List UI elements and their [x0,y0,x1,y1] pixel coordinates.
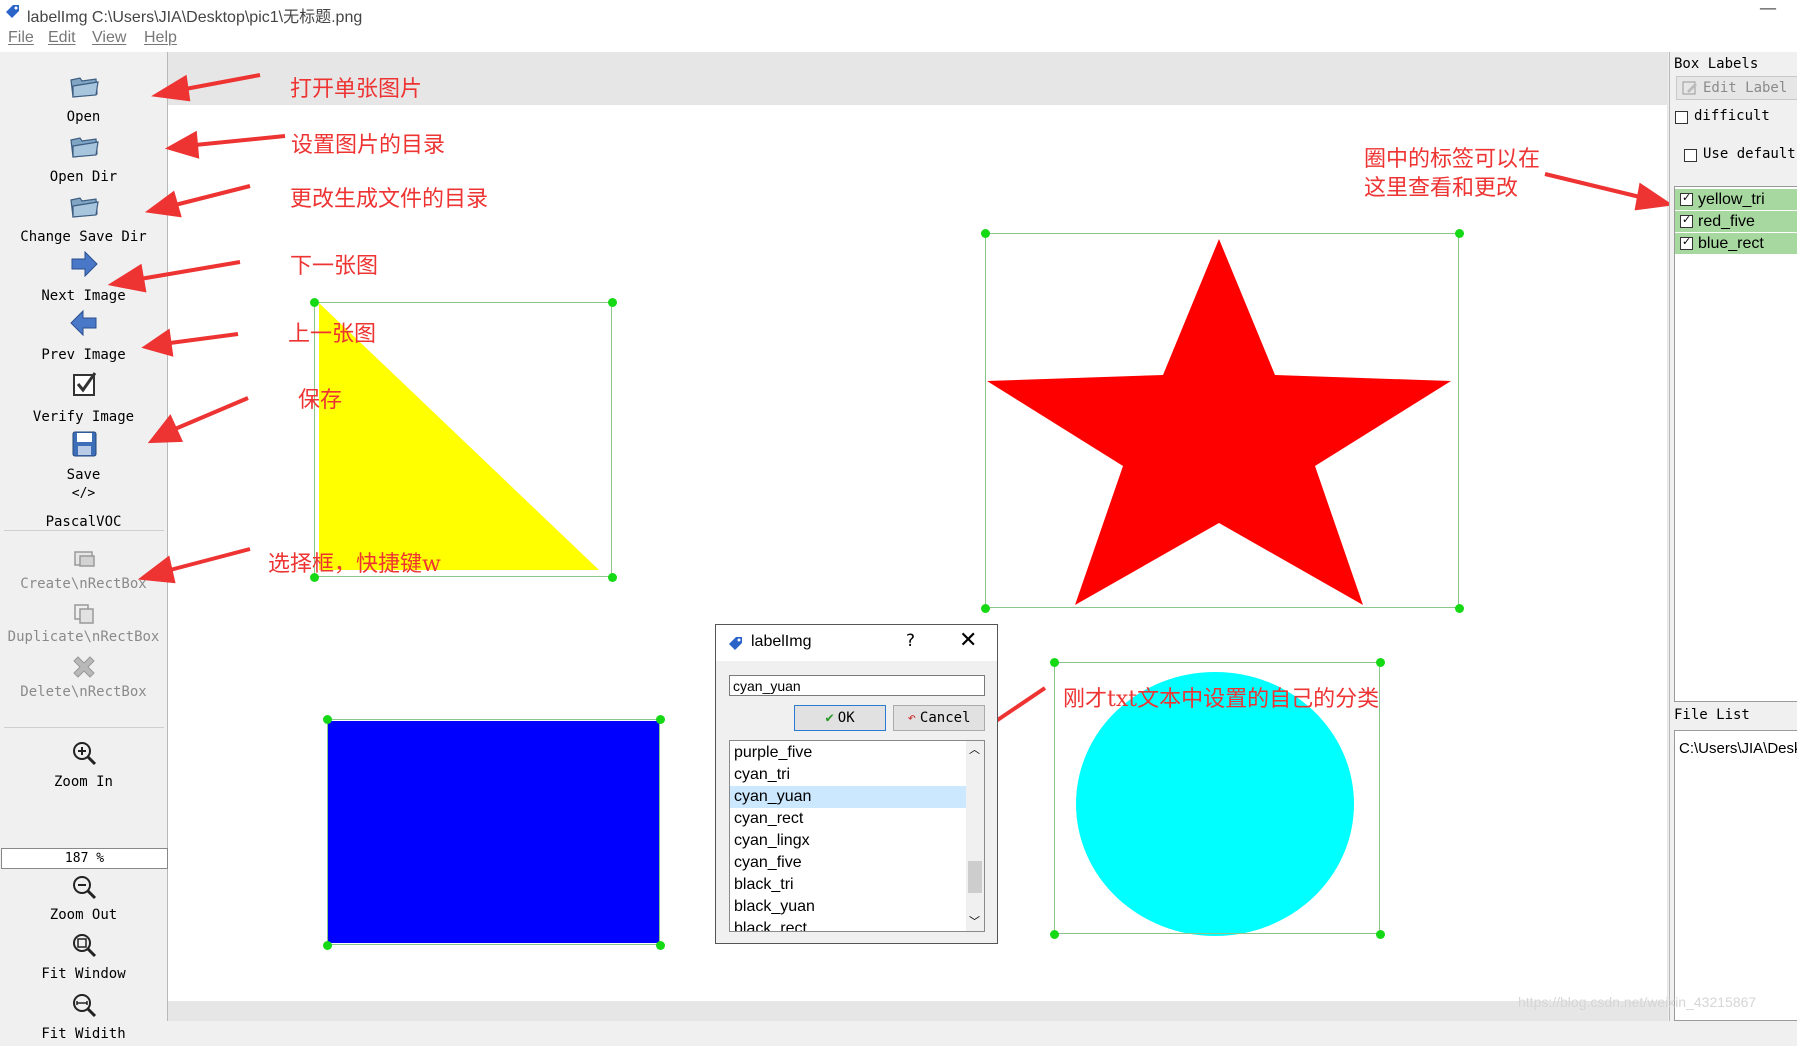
annotation-arrow-head [151,74,191,102]
annotation-labels-panel-line1: 圈中的标签可以在 [1364,147,1541,172]
checkmark-icon: ✔ [825,710,834,726]
annotation-arrow-head [107,263,147,293]
list-item[interactable]: cyan_rect [730,808,969,830]
edit-label-text: Edit Label [1703,80,1788,96]
annotation-open-dir: 设置图片的目录 [291,133,446,158]
annotation-arrow-head [141,328,174,357]
list-item-selected[interactable]: cyan_yuan [730,786,969,808]
list-item[interactable]: purple_five [730,742,969,764]
cancel-button[interactable]: ↶ Cancel [893,705,985,731]
label-visible-checkbox[interactable]: ✓ [1680,191,1693,206]
label-text: yellow_tri [1698,191,1765,208]
ok-button[interactable]: ✔ OK [794,705,886,731]
chevron-down-icon[interactable]: ﹀ [969,913,980,929]
annotation-arrow-head [147,414,184,444]
list-item[interactable]: cyan_five [730,852,969,874]
annotation-change-save-dir: 更改生成文件的目录 [290,187,489,212]
label-list[interactable]: purple_five cyan_tri cyan_yuan cyan_rect… [729,740,985,932]
fit-width-label: Fit Widith [41,1026,126,1042]
difficult-label: difficult [1694,108,1770,124]
annotation-classes: 刚才txt文本中设置的自己的分类 [1063,687,1380,712]
dialog-help-button[interactable]: ? [906,631,915,651]
annotation-save: 保存 [298,388,343,413]
label-item[interactable]: ✓ blue_rect [1675,233,1797,254]
annotation-arrow [169,547,251,572]
list-item[interactable]: black_yuan [730,896,969,918]
ok-label: OK [837,710,855,726]
annotation-arrow-head [1634,182,1674,211]
annotation-next-image: 下一张图 [290,254,379,279]
label-item[interactable]: ✓ yellow_tri [1675,189,1797,210]
check-icon: ✓ [1682,213,1692,226]
dialog-title: labelImg [751,633,812,650]
box-labels-title: Box Labels [1674,56,1759,72]
annotation-arrow-head [137,555,176,584]
label-dialog: labelImg ? ✕ cyan_yuan ✔ OK ↶ Cancel purpl… [715,624,998,944]
cancel-label: Cancel [919,710,971,726]
annotation-arrow [174,184,251,207]
annotation-arrow [139,260,241,281]
list-scrollbar[interactable]: ︿ ﹀ [966,741,984,931]
list-item[interactable]: cyan_lingx [730,830,969,852]
dialog-close-button[interactable]: ✕ [959,628,977,653]
chevron-up-icon[interactable]: ︿ [969,741,980,757]
annotation-arrow [174,396,249,431]
use-default-checkbox[interactable] [1684,149,1697,162]
use-default-label: Use default [1703,146,1796,162]
check-icon: ✓ [1682,235,1692,248]
list-item[interactable]: black_rect [730,918,969,931]
labelimg-app-icon [729,637,742,650]
label-text: red_five [1698,213,1755,230]
annotation-arrow [1544,172,1641,199]
annotation-labels-panel-line2: 这里查看和更改 [1364,176,1519,201]
file-list-title: File List [1674,707,1750,723]
check-icon: ✓ [1682,191,1692,204]
file-list[interactable]: C:\Users\JIA\Desktop\pic1\无标题.png [1674,730,1797,1021]
difficult-checkbox[interactable] [1675,111,1688,124]
annotation-open: 打开单张图片 [290,77,423,102]
list-item[interactable]: cyan_tri [730,764,969,786]
edit-pencil-icon [1682,81,1697,95]
annotation-arrow [194,134,286,147]
label-input[interactable]: cyan_yuan [729,675,985,696]
label-item[interactable]: ✓ red_five [1675,211,1797,232]
annotation-arrow [179,73,261,92]
right-panel: Box Labels Edit Label difficult Use defa… [1669,52,1797,1021]
dialog-title-bar: labelImg ? ✕ [716,625,997,661]
annotation-arrow-head [164,130,200,159]
scrollbar-thumb[interactable] [968,861,982,893]
file-list-item[interactable]: C:\Users\JIA\Desktop\pic1\无标题.png [1679,737,1797,758]
label-visible-checkbox[interactable]: ✓ [1680,213,1693,228]
undo-arrow-icon: ↶ [907,710,916,726]
box-label-list[interactable]: ✓ yellow_tri ✓ red_five ✓ blue_rect [1674,186,1797,702]
watermark: https://blog.csdn.net/weixin_43215867 [1518,994,1757,1010]
label-text: blue_rect [1698,235,1764,252]
annotation-arrow [169,332,239,345]
annotation-create-box: 选择框，快捷键w [268,552,441,577]
annotation-arrow-head [144,190,182,218]
list-item[interactable]: black_tri [730,874,969,896]
annotation-prev-image: 上一张图 [288,322,377,347]
edit-label-button[interactable]: Edit Label [1676,76,1797,100]
label-visible-checkbox[interactable]: ✓ [1680,235,1693,250]
